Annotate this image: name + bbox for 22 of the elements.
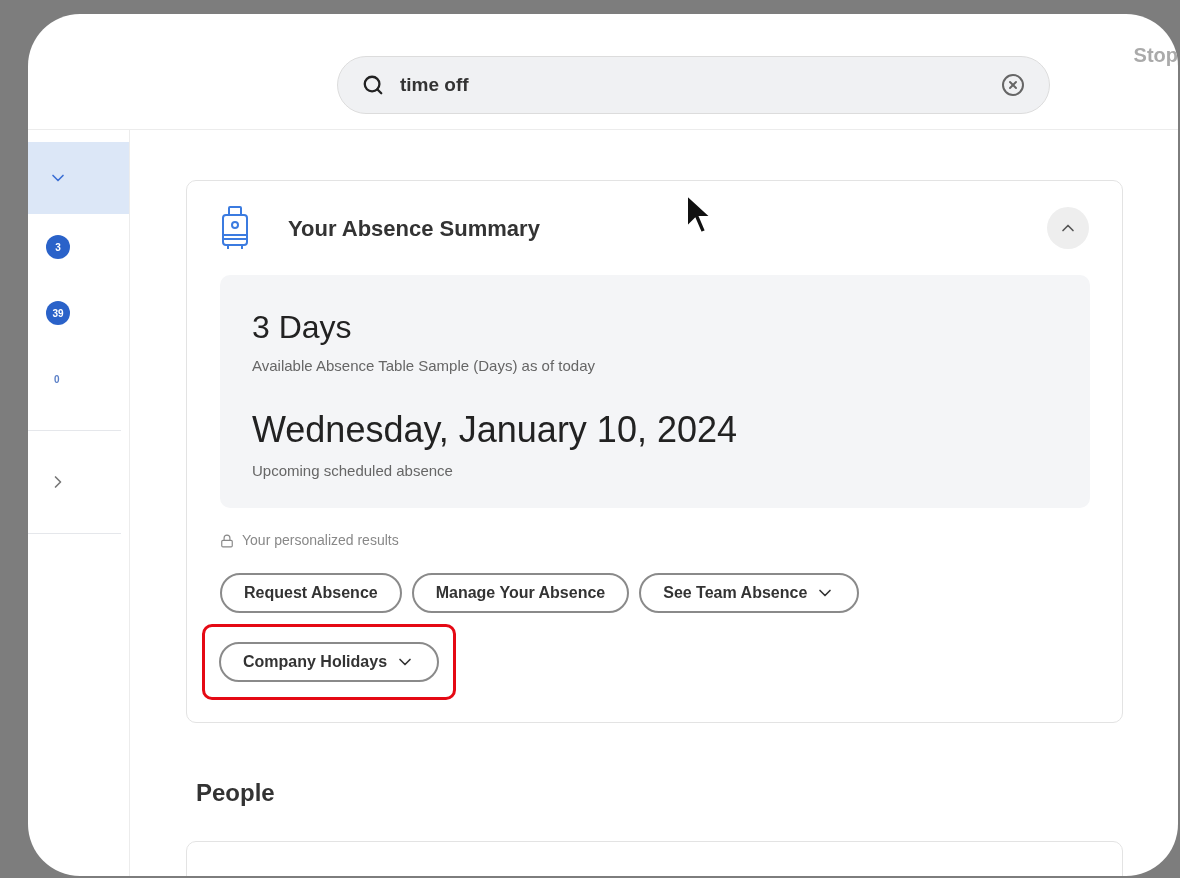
- action-button[interactable]: Request Absence: [220, 573, 402, 613]
- clear-icon[interactable]: [1001, 73, 1025, 97]
- summary-caption: Available Absence Table Sample (Days) as of today: [252, 356, 596, 376]
- search-text: time off: [400, 72, 470, 97]
- summary-value: 3 Days: [252, 308, 353, 347]
- section-heading: People: [196, 778, 276, 808]
- count-badge: 39: [46, 301, 70, 325]
- count-label: 0: [54, 372, 60, 387]
- personalized-note: Your personalized results: [242, 531, 399, 550]
- search-field[interactable]: time off: [337, 56, 1050, 114]
- action-button[interactable]: Manage Your Absence: [411, 573, 630, 613]
- suitcase-icon: [220, 205, 250, 251]
- summary-caption: Upcoming scheduled absence: [252, 460, 454, 481]
- card-title: Your Absence Summary: [288, 214, 540, 243]
- search-icon: [362, 74, 384, 96]
- collapse-button[interactable]: [1047, 207, 1089, 249]
- action-button[interactable]: See Team Absence: [639, 573, 860, 613]
- action-button[interactable]: Company Holidays: [219, 642, 440, 682]
- count-badge: 3: [46, 235, 70, 259]
- summary-value: Wednesday, January 10, 2024: [252, 407, 738, 452]
- lock-icon: [220, 533, 234, 548]
- collapse-toggle[interactable]: [28, 142, 129, 214]
